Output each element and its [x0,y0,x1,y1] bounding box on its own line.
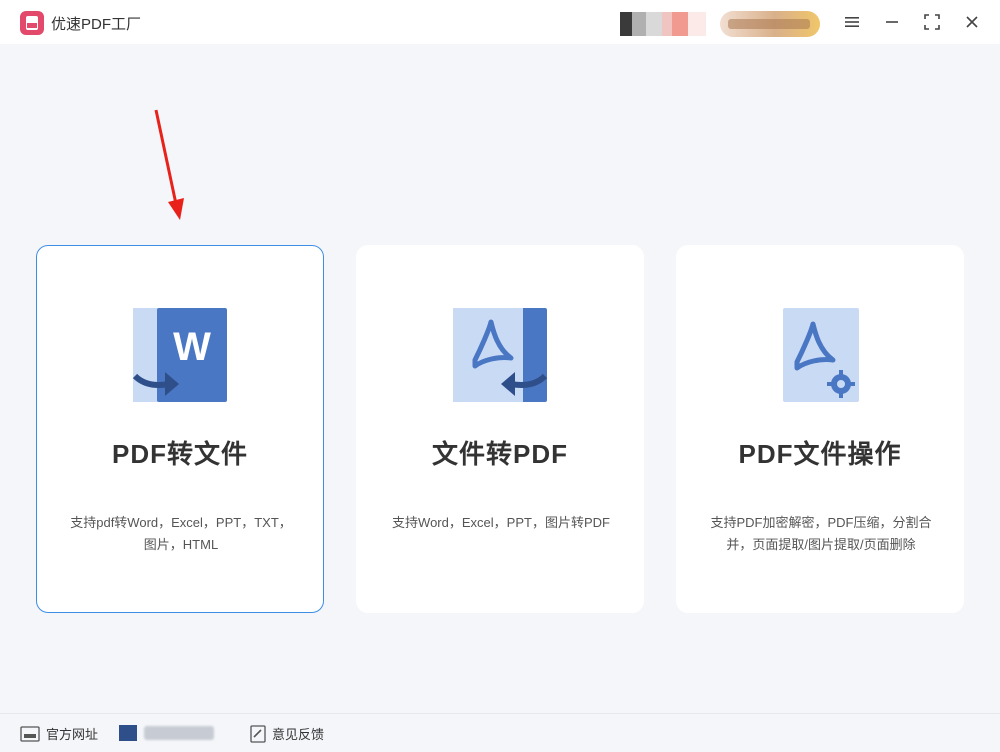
qq-group-link[interactable] [118,724,214,742]
maximize-icon[interactable] [920,10,944,34]
card-description: 支持PDF加密解密，PDF压缩，分割合 并，页面提取/图片提取/页面删除 [697,512,945,556]
card-pdf-to-file[interactable]: W PDF转文件 支持pdf转Word，Excel，PPT，TXT， 图片，HT… [36,245,324,613]
word-convert-icon: W [132,308,229,404]
qq-group-icon [118,724,138,742]
card-desc-line: 支持pdf转Word，Excel，PPT，TXT， [70,515,292,530]
card-pdf-operations[interactable]: PDF文件操作 支持PDF加密解密，PDF压缩，分割合 并，页面提取/图片提取/… [676,245,964,613]
card-desc-line: 图片，HTML [143,537,219,552]
card-title: PDF转文件 [111,439,248,469]
pdf-settings-icon [773,308,869,404]
card-title: 文件转PDF [431,439,568,469]
card-description: 支持Word，Excel，PPT，图片转PDF [377,512,625,534]
feedback-icon [250,724,266,743]
website-icon [20,725,40,742]
vip-badge[interactable] [720,11,820,37]
red-pointer-arrow-icon [154,109,184,220]
close-icon[interactable] [960,10,984,34]
svg-text:W: W [173,325,211,369]
user-avatar-name[interactable] [620,12,706,36]
card-desc-line: 支持Word，Excel，PPT，图片转PDF [392,515,610,530]
title-bar: 优速PDF工厂 [0,0,1000,44]
blurred-text [144,726,214,740]
feedback-link[interactable]: 意见反馈 [250,724,324,743]
card-desc-line: 支持PDF加密解密，PDF压缩，分割合 [710,515,932,530]
card-title: PDF文件操作 [738,439,902,469]
website-label: 官方网址 [46,727,99,742]
pdf-convert-icon [453,308,549,404]
card-file-to-pdf[interactable]: 文件转PDF 支持Word，Excel，PPT，图片转PDF [356,245,644,613]
bottom-bar: 官方网址 意见反馈 [0,713,1000,752]
pdf-logo-icon [20,11,44,35]
app-title: 优速PDF工厂 [51,16,142,33]
website-link[interactable]: 官方网址 [20,724,98,743]
feedback-label: 意见反馈 [272,727,325,742]
menu-icon[interactable] [840,10,864,34]
minimize-icon[interactable] [880,10,904,34]
card-desc-line: 并，页面提取/图片提取/页面删除 [726,537,916,552]
card-description: 支持pdf转Word，Excel，PPT，TXT， 图片，HTML [57,512,305,556]
